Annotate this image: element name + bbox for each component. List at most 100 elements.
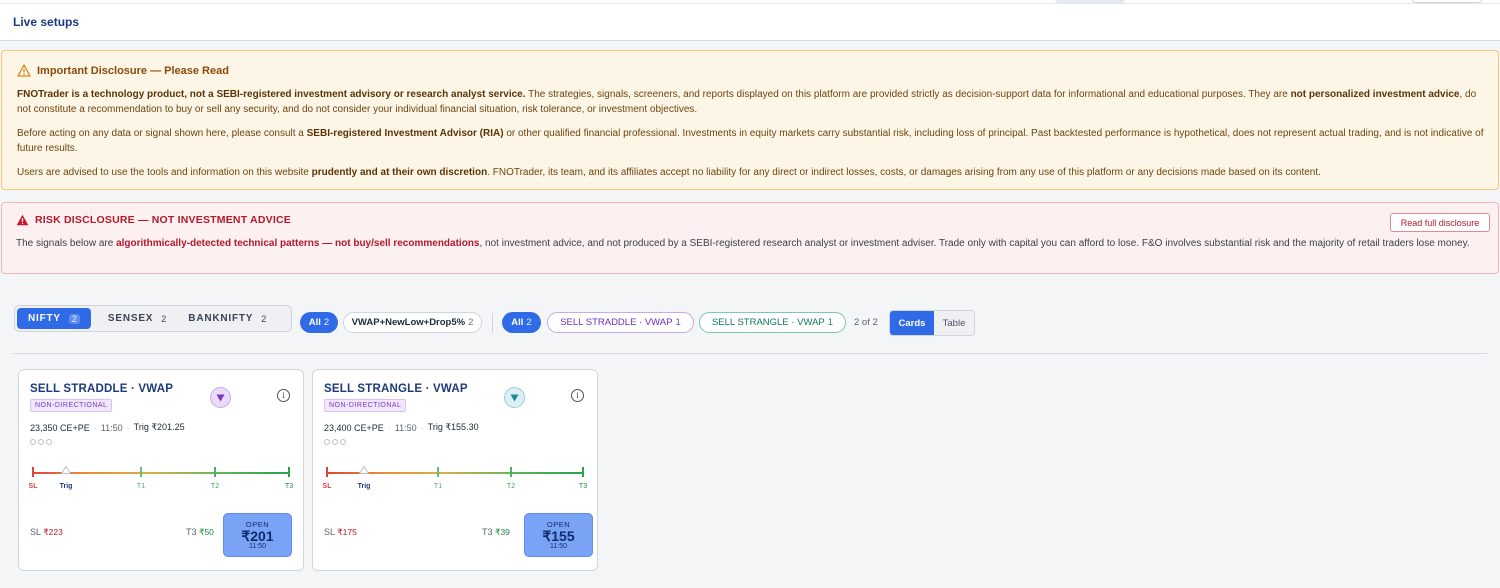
filter-divider bbox=[492, 313, 493, 333]
current-price: ₹155 bbox=[542, 528, 575, 544]
info-icon[interactable]: i bbox=[571, 389, 584, 402]
top-bar: Live setups bbox=[0, 0, 1500, 41]
filter-sell-strangle[interactable]: SELL STRANGLE · VWAP 1 bbox=[699, 312, 846, 333]
risk-text-part: , not investment advice, and not produce… bbox=[479, 238, 1470, 249]
separator-dot: · bbox=[387, 422, 391, 433]
pill-count: 1 bbox=[827, 317, 834, 328]
important-disclosure-panel: Important Disclosure — Please Read FNOTr… bbox=[1, 50, 1499, 190]
risk-text-part: The signals below are bbox=[16, 238, 117, 249]
result-count: 2 of 2 bbox=[854, 317, 878, 328]
trigger-marker-icon bbox=[61, 466, 71, 474]
pill-count: 2 bbox=[323, 317, 330, 328]
t3-tick bbox=[288, 467, 290, 477]
trigger-price: Trig ₹155.30 bbox=[427, 422, 479, 432]
t2-label: T2 bbox=[210, 483, 220, 490]
risk-text-bold: algorithmically-detected technical patte… bbox=[116, 238, 480, 249]
status-time: 11:50 bbox=[550, 543, 567, 550]
pill-label: All bbox=[511, 317, 524, 328]
triangle-down-icon bbox=[510, 394, 519, 401]
trigger-marker-icon bbox=[359, 466, 369, 474]
status-box[interactable]: OPEN ₹155 11:50 bbox=[524, 513, 593, 557]
view-cards-button[interactable]: Cards bbox=[890, 311, 934, 335]
separator-dot: · bbox=[420, 422, 424, 433]
setup-card[interactable]: SELL STRANGLE · VWAP NON-DIRECTIONAL i 2… bbox=[312, 369, 598, 571]
card-meta: 23,350 CE+PE · 11:50 · Trig ₹201.25 bbox=[30, 422, 185, 433]
tab-sensex[interactable]: SENSEX 2 bbox=[97, 308, 177, 329]
risk-title: RISK DISCLOSURE — NOT INVESTMENT ADVICE bbox=[35, 214, 291, 226]
disclosure-bold: not personalized investment advice bbox=[1290, 89, 1460, 100]
pill-label: SELL STRADDLE · VWAP bbox=[560, 317, 673, 328]
filter-sell-straddle[interactable]: SELL STRADDLE · VWAP 1 bbox=[547, 312, 694, 333]
t3-value: ₹50 bbox=[199, 527, 214, 537]
info-icon[interactable]: i bbox=[277, 389, 290, 402]
t1-tick bbox=[437, 467, 439, 477]
pill-count: 2 bbox=[468, 317, 474, 328]
target-3: T3 ₹39 bbox=[482, 527, 510, 538]
signal-time: 11:50 bbox=[394, 422, 417, 433]
stop-loss: SL ₹223 bbox=[30, 527, 63, 538]
separator-dot: · bbox=[126, 422, 130, 433]
top-strip bbox=[0, 0, 1500, 4]
status-time: 11:50 bbox=[249, 543, 266, 550]
tab-count: 2 bbox=[68, 313, 80, 324]
filter-pattern-vwap-newlow[interactable]: VWAP+NewLow+Drop5% 2 bbox=[343, 312, 482, 333]
tab-banknifty[interactable]: BANKNIFTY 2 bbox=[177, 308, 277, 329]
disclosure-text: . FNOTrader, its team, and its affiliate… bbox=[487, 167, 1321, 178]
progress-dot bbox=[30, 439, 36, 445]
alert-triangle-icon bbox=[16, 214, 29, 226]
section-divider bbox=[13, 353, 1487, 354]
t3-label: T3 bbox=[284, 483, 294, 490]
filter-strategy-all[interactable]: All 2 bbox=[502, 312, 541, 333]
progress-dot bbox=[332, 439, 338, 445]
pill-count: 1 bbox=[675, 317, 681, 328]
sl-value: ₹223 bbox=[43, 527, 63, 537]
sl-caption: SL bbox=[324, 527, 335, 537]
trigger-price: Trig ₹201.25 bbox=[133, 422, 185, 432]
sl-tick bbox=[32, 467, 34, 477]
t3-caption: T3 bbox=[186, 527, 197, 537]
t3-label: T3 bbox=[578, 483, 588, 490]
card-title: SELL STRADDLE · VWAP bbox=[30, 383, 174, 395]
sl-value: ₹175 bbox=[337, 527, 357, 537]
tab-nifty[interactable]: NIFTY 2 bbox=[17, 308, 91, 329]
progress-dot bbox=[340, 439, 346, 445]
strike-label: 23,400 CE+PE bbox=[324, 422, 384, 433]
tab-label: SENSEX bbox=[107, 313, 154, 324]
card-title: SELL STRANGLE · VWAP bbox=[324, 383, 468, 395]
t1-tick bbox=[140, 467, 142, 477]
trig-label: Trig bbox=[59, 483, 73, 490]
t3-caption: T3 bbox=[482, 527, 493, 537]
t1-label: T1 bbox=[136, 483, 146, 490]
view-table-button[interactable]: Table bbox=[934, 311, 974, 335]
card-meta: 23,400 CE+PE · 11:50 · Trig ₹155.30 bbox=[324, 422, 479, 433]
tab-count: 2 bbox=[161, 313, 167, 324]
disclosure-bold: prudently and at their own discretion bbox=[311, 167, 488, 178]
triangle-down-icon bbox=[216, 394, 225, 401]
risk-text: The signals below are algorithmically-de… bbox=[16, 236, 1491, 251]
filter-pattern-all[interactable]: All 2 bbox=[300, 312, 338, 333]
tab-label: BANKNIFTY bbox=[188, 313, 254, 324]
status-box[interactable]: OPEN ₹201 11:50 bbox=[223, 513, 292, 557]
progress-dot bbox=[324, 439, 330, 445]
pill-label: VWAP+NewLow+Drop5% bbox=[351, 317, 466, 328]
top-ghost-button[interactable] bbox=[1412, 0, 1482, 3]
pill-label: All bbox=[308, 317, 321, 328]
view-toggle: Cards Table bbox=[889, 310, 975, 336]
t2-tick bbox=[214, 467, 216, 477]
direction-badge bbox=[504, 387, 525, 408]
direction-tag: NON-DIRECTIONAL bbox=[30, 399, 113, 412]
risk-disclosure-panel: RISK DISCLOSURE — NOT INVESTMENT ADVICE … bbox=[1, 202, 1499, 274]
progress-dots bbox=[30, 439, 52, 445]
index-tabs: NIFTY 2 SENSEX 2 BANKNIFTY 2 bbox=[14, 305, 292, 332]
disclosure-paragraph-2: Before acting on any data or signal show… bbox=[17, 126, 1487, 156]
trig-label: Trig bbox=[357, 483, 371, 490]
disclosure-bold: SEBI-registered Investment Advisor (RIA) bbox=[306, 128, 504, 139]
read-full-disclosure-button[interactable]: Read full disclosure bbox=[1390, 213, 1490, 232]
disclosure-paragraph-3: Users are advised to use the tools and i… bbox=[17, 165, 1487, 180]
setup-card[interactable]: SELL STRADDLE · VWAP NON-DIRECTIONAL i 2… bbox=[18, 369, 304, 571]
stop-loss: SL ₹175 bbox=[324, 527, 357, 538]
page-title: Live setups bbox=[13, 15, 80, 29]
disclosure-text: The strategies, signals, screeners, and … bbox=[525, 89, 1291, 100]
sl-label: SL bbox=[28, 483, 38, 490]
t3-value: ₹39 bbox=[495, 527, 510, 537]
